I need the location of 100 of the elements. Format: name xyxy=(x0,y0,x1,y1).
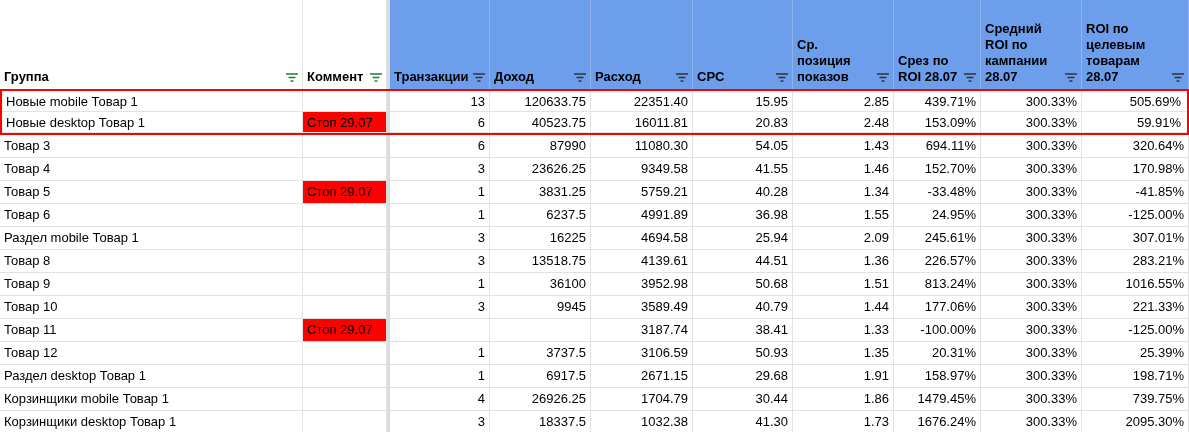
table-cell: 170.98% xyxy=(1082,158,1189,181)
filter-icon[interactable] xyxy=(776,73,788,82)
table-cell: Товар 11 xyxy=(0,319,303,342)
table-cell: 3737.5 xyxy=(490,342,591,365)
table-cell: 300.33% xyxy=(981,296,1082,319)
table-cell: 1676.24% xyxy=(894,411,981,432)
table-cell: 1.44 xyxy=(793,296,894,319)
column-header[interactable]: CPC xyxy=(693,0,793,89)
column-header[interactable]: Группа xyxy=(0,0,303,89)
table-cell: -33.48% xyxy=(894,181,981,204)
filter-icon[interactable] xyxy=(1172,73,1184,82)
column-header[interactable]: Транзакции xyxy=(390,0,490,89)
column-header[interactable]: Расход xyxy=(591,0,693,89)
table-cell: Новые mobile Товар 1 xyxy=(2,91,303,112)
table-cell: 1.91 xyxy=(793,365,894,388)
table-cell: 300.33% xyxy=(981,319,1082,342)
table-cell: 29.68 xyxy=(693,365,793,388)
table-cell: 300.33% xyxy=(981,365,1082,388)
table-cell: 226.57% xyxy=(894,250,981,273)
table-cell: 300.33% xyxy=(981,250,1082,273)
table-cell: 1.34 xyxy=(793,181,894,204)
table-cell: 59.91% xyxy=(1082,112,1187,133)
table-cell: 505.69% xyxy=(1082,91,1187,112)
table-cell: Товар 8 xyxy=(0,250,303,273)
table-cell: 221.33% xyxy=(1082,296,1189,319)
filter-icon[interactable] xyxy=(473,73,485,82)
column-header[interactable]: Доход xyxy=(490,0,591,89)
table-cell: 1.36 xyxy=(793,250,894,273)
table-cell: 1.43 xyxy=(793,135,894,158)
table-cell: 2095.30% xyxy=(1082,411,1189,432)
table-cell: 6 xyxy=(390,112,490,133)
table-cell: 9945 xyxy=(490,296,591,319)
filter-icon[interactable] xyxy=(286,73,298,82)
table-cell: -125.00% xyxy=(1082,204,1189,227)
table-cell: 300.33% xyxy=(981,135,1082,158)
table-cell: 152.70% xyxy=(894,158,981,181)
filter-icon[interactable] xyxy=(676,73,688,82)
table-cell: 300.33% xyxy=(981,158,1082,181)
column-header[interactable]: Средний ROI по кампании 28.07 xyxy=(981,0,1082,89)
table-cell: 3831.25 xyxy=(490,181,591,204)
table-cell: 300.33% xyxy=(981,388,1082,411)
filter-icon[interactable] xyxy=(877,73,889,82)
table-cell: 3 xyxy=(390,296,490,319)
table-cell: 1032.38 xyxy=(591,411,693,432)
table-cell: Товар 9 xyxy=(0,273,303,296)
table-cell: 4991.89 xyxy=(591,204,693,227)
table-cell: 3952.98 xyxy=(591,273,693,296)
column-header[interactable]: ROI по целевым товарам 28.07 xyxy=(1082,0,1189,89)
table-cell: 1.73 xyxy=(793,411,894,432)
table-cell: 30.44 xyxy=(693,388,793,411)
table-cell: 198.71% xyxy=(1082,365,1189,388)
table-cell: 1 xyxy=(390,204,490,227)
table-cell: 739.75% xyxy=(1082,388,1189,411)
table-cell: 1016.55% xyxy=(1082,273,1189,296)
table-cell: 9349.58 xyxy=(591,158,693,181)
table-cell: 153.09% xyxy=(894,112,981,133)
table-cell: 283.21% xyxy=(1082,250,1189,273)
table-cell: 15.95 xyxy=(693,91,793,112)
table-cell: 13518.75 xyxy=(490,250,591,273)
filter-icon[interactable] xyxy=(964,73,976,82)
table-cell: 2.48 xyxy=(793,112,894,133)
table-cell: 40.28 xyxy=(693,181,793,204)
table-cell: 320.64% xyxy=(1082,135,1189,158)
table-cell: 40523.75 xyxy=(490,112,591,133)
filter-icon[interactable] xyxy=(574,73,586,82)
table-cell: 41.30 xyxy=(693,411,793,432)
table-cell: Корзинщики mobile Товар 1 xyxy=(0,388,303,411)
table-cell: -41.85% xyxy=(1082,181,1189,204)
comment-cell: Стоп 29.07 xyxy=(303,319,387,342)
filter-icon[interactable] xyxy=(370,73,382,82)
table-cell: 50.68 xyxy=(693,273,793,296)
column-header[interactable]: Ср. позиция показов xyxy=(793,0,894,89)
table-cell: 4694.58 xyxy=(591,227,693,250)
table-cell: 1.51 xyxy=(793,273,894,296)
table-cell: 1.46 xyxy=(793,158,894,181)
table-cell: 6237.5 xyxy=(490,204,591,227)
table-cell: Раздел mobile Товар 1 xyxy=(0,227,303,250)
comment-cell: Стоп 29.07 xyxy=(303,181,387,204)
table-cell: 36100 xyxy=(490,273,591,296)
table-cell: 3 xyxy=(390,250,490,273)
table-cell: 158.97% xyxy=(894,365,981,388)
table-cell: 40.79 xyxy=(693,296,793,319)
table-cell: 6917.5 xyxy=(490,365,591,388)
table-cell: 16011.81 xyxy=(591,112,693,133)
table-cell: 24.95% xyxy=(894,204,981,227)
table-cell: Товар 6 xyxy=(0,204,303,227)
table-cell: 87990 xyxy=(490,135,591,158)
column-header[interactable]: Срез по ROI 28.07 xyxy=(894,0,981,89)
table-cell: 1.35 xyxy=(793,342,894,365)
table-cell: 22351.40 xyxy=(591,91,693,112)
table-cell: Новые desktop Товар 1 xyxy=(2,112,303,133)
table-cell: -125.00% xyxy=(1082,319,1189,342)
table-cell: 1 xyxy=(390,365,490,388)
table-cell: 1.33 xyxy=(793,319,894,342)
table-cell: 26926.25 xyxy=(490,388,591,411)
filter-icon[interactable] xyxy=(1065,73,1077,82)
table-cell: 1.86 xyxy=(793,388,894,411)
table-cell: 4139.61 xyxy=(591,250,693,273)
table-cell: 20.31% xyxy=(894,342,981,365)
table-cell: 4 xyxy=(390,388,490,411)
